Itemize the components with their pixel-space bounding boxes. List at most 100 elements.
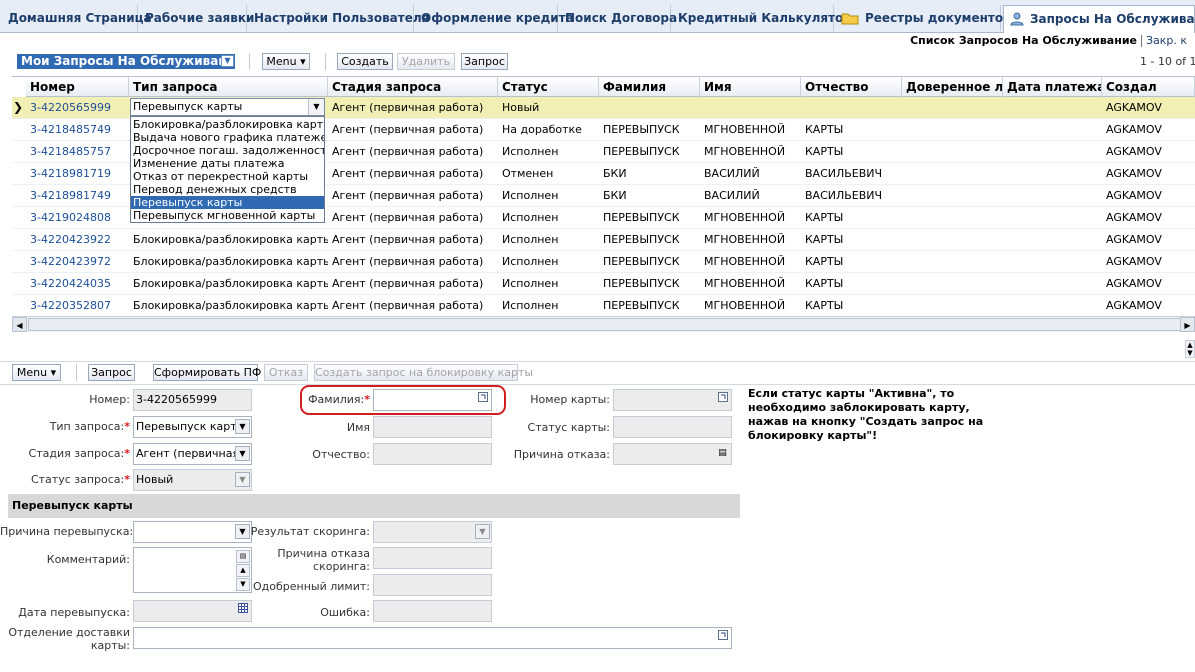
comment-field[interactable]: ▤ ▲ ▼ bbox=[133, 547, 252, 593]
cell-number[interactable]: 3-4220423922 bbox=[26, 229, 129, 251]
reissue-date-field[interactable] bbox=[133, 600, 252, 622]
folder-icon bbox=[841, 8, 859, 34]
table-row[interactable]: 3-4220423972 Блокировка/разблокировка ка… bbox=[12, 251, 1195, 273]
cell-number[interactable]: 3-4218485757 bbox=[26, 141, 129, 163]
column-header-trustee[interactable]: Доверенное лиц bbox=[902, 77, 1003, 97]
list-icon[interactable]: ▤ bbox=[236, 550, 250, 563]
dropdown-option[interactable]: Перевод денежных средств bbox=[131, 183, 324, 196]
chevron-down-icon[interactable]: ▼ bbox=[235, 446, 250, 461]
table-row[interactable]: 3-4220423922 Блокировка/разблокировка ка… bbox=[12, 229, 1195, 251]
cell-number[interactable]: 3-4218981719 bbox=[26, 163, 129, 185]
tab-document-registers[interactable]: Реестры документов bbox=[835, 5, 1011, 34]
cell-number[interactable]: 3-4218981749 bbox=[26, 185, 129, 207]
scroll-down-icon[interactable]: ▼ bbox=[236, 578, 250, 591]
column-header-stage[interactable]: Стадия запроса bbox=[328, 77, 498, 97]
close-link[interactable]: Закр. к bbox=[1146, 33, 1187, 49]
cell-status: Исполнен bbox=[502, 277, 559, 290]
request-type-combo[interactable]: Перевыпуск карты ▼ bbox=[130, 98, 325, 116]
tab-home[interactable]: Домашняя Страница bbox=[2, 5, 152, 31]
table-row[interactable]: 3-4220352807 Блокировка/разблокировка ка… bbox=[12, 295, 1195, 317]
horizontal-scrollbar[interactable]: ◀ ▶ bbox=[12, 316, 1195, 332]
create-button[interactable]: Создать bbox=[337, 53, 393, 70]
last-name-field[interactable] bbox=[373, 389, 492, 411]
cell-first-name: МГНОВЕННОЙ bbox=[704, 255, 786, 268]
chevron-down-icon[interactable]: ▼ bbox=[235, 419, 250, 434]
cell-middle-name: ВАСИЛЬЕВИЧ bbox=[805, 189, 883, 202]
cell-number[interactable]: 3-4220424035 bbox=[26, 273, 129, 295]
comment-scrollbar[interactable]: ▤ ▲ ▼ bbox=[236, 550, 250, 592]
form-menu-button[interactable]: Menu ▾ bbox=[12, 364, 61, 381]
cell-status: На доработке bbox=[502, 123, 582, 136]
dropdown-option[interactable]: Перевыпуск мгновенной карты bbox=[131, 209, 324, 222]
delete-button: Удалить bbox=[397, 53, 455, 70]
tab-credit-calculator[interactable]: Кредитный Калькулятор bbox=[672, 5, 852, 31]
picker-icon[interactable] bbox=[715, 630, 730, 645]
card-number-field[interactable] bbox=[613, 389, 732, 411]
dropdown-option-highlighted[interactable]: Перевыпуск карты bbox=[131, 196, 324, 209]
column-header-last-name[interactable]: Фамилия bbox=[599, 77, 700, 97]
comment-label: Комментарий: bbox=[46, 553, 130, 566]
picker-icon[interactable] bbox=[475, 392, 490, 407]
cell-first-name: ВАСИЛИЙ bbox=[704, 189, 760, 202]
generate-pf-button[interactable]: Сформировать ПФ bbox=[153, 364, 261, 381]
dropdown-option[interactable]: Отказ от перекрестной карты bbox=[131, 170, 324, 183]
applet-title-my-requests[interactable]: Мои Запросы На Обслуживание ▼ bbox=[17, 54, 243, 69]
tab-service-requests[interactable]: Запросы На Обслуживание bbox=[1003, 5, 1195, 33]
scroll-up-icon[interactable]: ▲ bbox=[236, 564, 250, 577]
cell-last-name: ПЕРЕВЫПУСК bbox=[603, 233, 680, 246]
column-header-creator[interactable]: Создал bbox=[1102, 77, 1195, 97]
scroll-right-icon[interactable]: ▶ bbox=[1180, 317, 1195, 332]
tab-credit-application[interactable]: Оформление кредита bbox=[415, 5, 574, 31]
cell-first-name: ВАСИЛИЙ bbox=[704, 167, 760, 180]
cell-type: Блокировка/разблокировка карты bbox=[133, 255, 328, 268]
column-header-type[interactable]: Тип запроса bbox=[129, 77, 328, 97]
cell-number[interactable]: 3-4220565999 bbox=[26, 97, 129, 119]
cell-number[interactable]: 3-4218485749 bbox=[26, 119, 129, 141]
list-icon[interactable]: ▤ bbox=[715, 446, 730, 461]
column-header-first-name[interactable]: Имя bbox=[700, 77, 801, 97]
cell-middle-name: ВАСИЛЬЕВИЧ bbox=[805, 167, 883, 180]
dropdown-option[interactable]: Изменение даты платежа bbox=[131, 157, 324, 170]
dropdown-option[interactable]: Блокировка/разблокировка карты bbox=[131, 118, 324, 131]
column-header-number[interactable]: Номер bbox=[26, 77, 129, 97]
cell-number[interactable]: 3-4220423972 bbox=[26, 251, 129, 273]
scroll-thumb[interactable] bbox=[28, 318, 1188, 331]
request-stage-field[interactable]: Агент (первичная ▼ bbox=[133, 443, 252, 465]
table-row[interactable]: 3-4220424035 Блокировка/разблокировка ка… bbox=[12, 273, 1195, 295]
tab-contract-search[interactable]: Поиск Договора bbox=[559, 5, 677, 31]
cell-middle-name: КАРТЫ bbox=[805, 233, 844, 246]
cell-last-name bbox=[599, 97, 700, 119]
chevron-down-icon[interactable]: ▼ bbox=[308, 99, 324, 115]
tab-user-settings[interactable]: Настройки Пользователя bbox=[248, 5, 429, 31]
dropdown-option[interactable]: Досрочное погаш. задолженности bbox=[131, 144, 324, 157]
cell-first-name: МГНОВЕННОЙ bbox=[704, 277, 786, 290]
form-query-button[interactable]: Запрос bbox=[88, 364, 135, 381]
reissue-reason-field[interactable]: ▼ bbox=[133, 521, 252, 543]
tab-work-orders[interactable]: Рабочие заявки bbox=[139, 5, 254, 31]
chevron-down-icon[interactable]: ▼ bbox=[235, 524, 250, 539]
cell-status: Исполнен bbox=[502, 145, 559, 158]
dropdown-option[interactable]: Выдача нового графика платежей bbox=[131, 131, 324, 144]
cell-middle-name: КАРТЫ bbox=[805, 123, 844, 136]
column-header-status[interactable]: Статус bbox=[498, 77, 599, 97]
column-header-payment-date[interactable]: Дата платежа bbox=[1003, 77, 1102, 97]
cell-number[interactable]: 3-4219024808 bbox=[26, 207, 129, 229]
column-header-middle-name[interactable]: Отчество bbox=[801, 77, 902, 97]
delivery-branch-field[interactable] bbox=[133, 627, 732, 649]
calendar-icon[interactable] bbox=[235, 603, 250, 618]
query-button[interactable]: Запрос bbox=[461, 53, 508, 70]
cell-creator: AGKAMOV bbox=[1106, 211, 1162, 224]
cell-last-name: ПЕРЕВЫПУСК bbox=[603, 299, 680, 312]
chevron-down-icon[interactable]: ▼ bbox=[221, 55, 234, 67]
cell-number[interactable]: 3-4220352807 bbox=[26, 295, 129, 317]
scroll-up-icon[interactable]: ▲ ▼ bbox=[1185, 340, 1195, 358]
picker-icon[interactable] bbox=[715, 392, 730, 407]
reject-reason-field[interactable]: ▤ bbox=[613, 443, 732, 465]
row-marker-icon: ❯ bbox=[13, 100, 24, 114]
cell-first-name: МГНОВЕННОЙ bbox=[704, 145, 786, 158]
list-menu-button[interactable]: Menu ▾ bbox=[262, 53, 310, 70]
cell-last-name: ПЕРЕВЫПУСК bbox=[603, 123, 680, 136]
request-type-field[interactable]: Перевыпуск карты ▼ bbox=[133, 416, 252, 438]
title-separator bbox=[1141, 35, 1142, 47]
scroll-left-icon[interactable]: ◀ bbox=[12, 317, 27, 332]
